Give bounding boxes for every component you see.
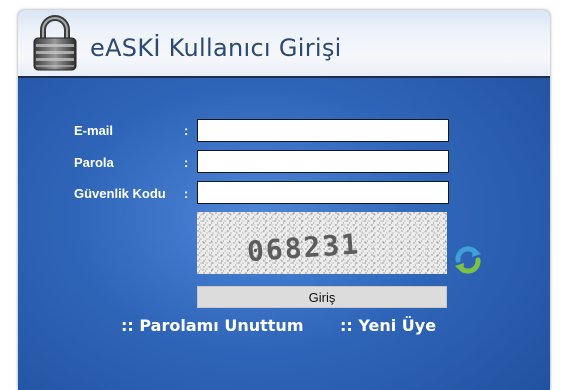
captcha-image: 068231 — [197, 212, 447, 274]
password-label: Parola — [74, 155, 114, 170]
login-button[interactable]: Giriş — [197, 286, 447, 308]
email-label: E-mail — [74, 123, 114, 138]
security-code-field[interactable] — [197, 181, 449, 204]
password-colon: : — [184, 155, 189, 170]
new-member-link[interactable]: :: Yeni Üye — [340, 316, 436, 335]
password-field[interactable] — [197, 150, 449, 173]
forgot-password-link[interactable]: :: Parolamı Unuttum — [121, 316, 303, 335]
padlock-icon — [33, 15, 77, 71]
page-title: eASKİ Kullanıcı Girişi — [90, 34, 342, 62]
refresh-icon[interactable] — [452, 244, 484, 276]
login-panel: eASKİ Kullanıcı Girişi E-mail : Parola :… — [18, 10, 550, 390]
email-colon: : — [184, 123, 189, 138]
panel-header: eASKİ Kullanıcı Girişi — [18, 10, 550, 78]
security-code-label: Güvenlik Kodu — [74, 186, 166, 201]
security-code-colon: : — [184, 186, 189, 201]
email-field[interactable] — [197, 119, 449, 142]
